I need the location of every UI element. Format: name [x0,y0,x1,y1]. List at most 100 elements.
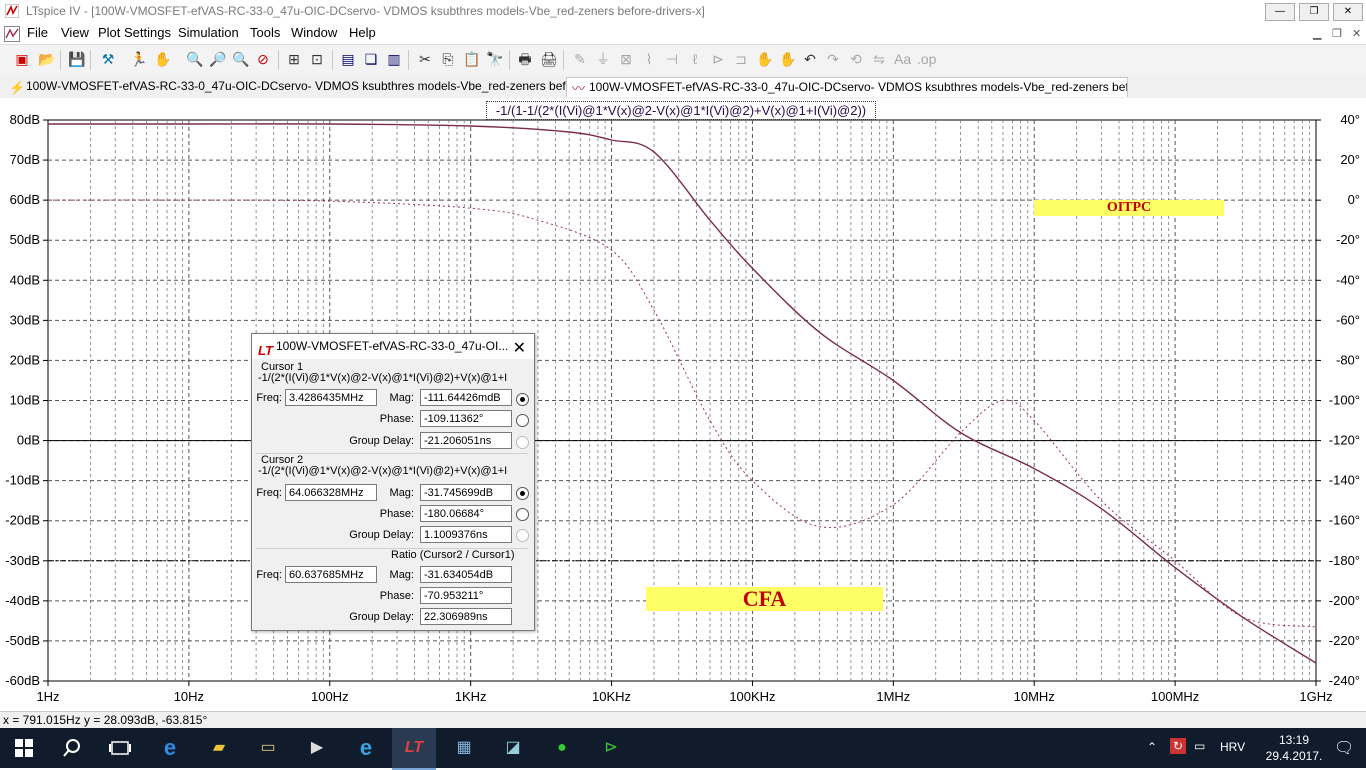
app-icon[interactable]: ◪ [501,736,525,760]
print-icon[interactable]: 🖨 [540,51,558,67]
trace-expression-label[interactable]: -1/(1-1/(2*(I(Vi)@1*V(x)@2-V(x)@1*I(Vi)@… [486,101,876,120]
file-explorer-icon[interactable]: ▰ [207,736,231,760]
menu-simulation[interactable]: Simulation [178,25,239,40]
waveform-plot[interactable]: 80dB 70dB 60dB 50dB 40dB 30dB 20dB 10dB 0dB -10dB… [0,98,1366,708]
draw-wire-icon[interactable]: ✎ [572,51,588,67]
cursor1-gd-radio[interactable] [516,436,529,449]
menu-view[interactable]: View [61,25,89,40]
menu-tools[interactable]: Tools [250,25,280,40]
annotation-oitpc[interactable]: OITPC [1034,200,1224,216]
keyboard-language[interactable]: HRV [1220,740,1245,754]
ratio-gd-field[interactable]: 22.306989ns [420,608,512,625]
edge-browser-icon[interactable]: e [158,736,182,760]
move-icon[interactable]: ✋ [756,51,773,67]
cursor2-mag-radio[interactable] [516,487,529,500]
tab-schematic[interactable]: ⚡ 100W-VMOSFET-efVAS-RC-33-0_47u-OIC-DCs… [4,77,574,96]
cursor1-gd-field[interactable]: -21.206051ns [420,432,512,449]
dialog-title-bar[interactable]: LT 100W-VMOSFET-efVAS-RC-33-0_47u-OI... … [252,334,534,359]
paste-icon[interactable]: 📋 [463,51,480,67]
mdi-restore-icon[interactable]: ❐ [1332,27,1342,40]
cursor2-freq-field[interactable]: 64.066328MHz [285,484,377,501]
zoom-out-icon[interactable]: 🔍 [232,51,249,67]
find-icon[interactable]: 🔭 [486,51,503,67]
cursor1-mag-field[interactable]: -111.64426mdB [420,389,512,406]
save-icon[interactable]: 💾 [68,51,85,67]
internet-explorer-icon[interactable]: e [354,736,378,760]
cursor1-mag-radio[interactable] [516,393,529,406]
undo-icon[interactable]: ↶ [802,51,818,67]
windows-start-icon[interactable] [12,736,36,760]
zoom-in-icon[interactable]: 🔍 [186,51,203,67]
tray-app-icon[interactable]: ↻ [1170,738,1186,754]
menu-plot-settings[interactable]: Plot Settings [98,25,171,40]
copy-icon[interactable]: ⎘ [440,51,456,67]
cursor-dialog[interactable]: LT 100W-VMOSFET-efVAS-RC-33-0_47u-OI... … [251,333,535,631]
spice-directive-icon[interactable]: .op [917,51,936,67]
zoom-box-icon[interactable]: 🔎 [209,51,226,67]
tile-horizontal-icon[interactable]: ▤ [340,51,356,67]
rotate-icon[interactable]: ⟲ [848,51,864,67]
cursor2-mag-field[interactable]: -31.745699dB [420,484,512,501]
autorange-icon[interactable]: ⊞ [286,51,302,67]
ratio-mag-field[interactable]: -31.634054dB [420,566,512,583]
fit-icon[interactable]: ⊡ [309,51,325,67]
diode-icon[interactable]: ⊳ [710,51,726,67]
capacitor-icon[interactable]: ⊣ [664,51,680,67]
mdi-close-icon[interactable]: ✕ [1352,27,1361,40]
menu-help[interactable]: Help [349,25,376,40]
x-axis-tick-label: 100KHz [729,689,775,704]
clock-date[interactable]: 29.4.2017. [1265,749,1323,763]
task-view-icon[interactable] [108,736,132,760]
new-schematic-icon[interactable]: ▣ [14,51,30,67]
halt-icon[interactable]: ✋ [154,51,171,67]
cursor2-phase-field[interactable]: -180.06684° [420,505,512,522]
cursor1-phase-field[interactable]: -109.11362° [420,410,512,427]
ltspice-taskbar-button[interactable]: LT [392,728,436,770]
text-icon[interactable]: Aa [894,51,911,67]
green-app-icon[interactable]: ● [550,736,574,760]
close-button[interactable]: ✕ [1333,3,1363,21]
inductor-icon[interactable]: ℓ [687,51,703,67]
mdi-minimize-icon[interactable]: ▁ [1313,27,1321,40]
cursor2-phase-radio[interactable] [516,508,529,521]
tray-chevron-icon[interactable]: ⌃ [1147,740,1157,754]
print-preview-icon[interactable]: 🖶 [517,51,533,67]
ground-icon[interactable]: ⏚ [595,51,611,67]
menu-file[interactable]: File [27,25,48,40]
circuit-app-icon[interactable]: ⊳ [599,736,623,760]
restore-button[interactable]: ❐ [1299,3,1329,21]
redo-icon[interactable]: ↷ [825,51,841,67]
menu-window[interactable]: Window [291,25,337,40]
ratio-freq-field[interactable]: 60.637685MHz [285,566,377,583]
label-net-icon[interactable]: ⊠ [618,51,634,67]
search-icon[interactable] [60,736,84,760]
open-folder-icon[interactable]: 📂 [38,51,55,67]
notifications-icon[interactable]: 🗨 [1334,738,1354,758]
bode-plot-svg[interactable]: 80dB 70dB 60dB 50dB 40dB 30dB 20dB 10dB 0dB -10dB… [0,98,1366,708]
mirror-icon[interactable]: ⇋ [871,51,887,67]
run-icon[interactable]: 🏃 [130,51,147,67]
ratio-phase-field[interactable]: -70.953211° [420,587,512,604]
resistor-icon[interactable]: ⌇ [641,51,657,67]
folder-app-icon[interactable]: ▭ [256,736,280,760]
drag-icon[interactable]: ✋ [779,51,796,67]
tab-waveform[interactable]: 〰 100W-VMOSFET-efVAS-RC-33-0_47u-OIC-DCs… [566,77,1128,97]
tile-vertical-icon[interactable]: ▥ [386,51,402,67]
dialog-close-icon[interactable]: ✕ [513,336,526,361]
cursor2-gd-radio[interactable] [516,529,529,542]
cascade-icon[interactable]: ❏ [363,51,379,67]
network-icon[interactable]: ▭ [1194,739,1205,753]
minimize-button[interactable]: — [1265,3,1295,21]
clock-time[interactable]: 13:19 [1267,733,1321,747]
annotation-cfa[interactable]: CFA [646,587,883,611]
image-viewer-icon[interactable]: ▦ [452,736,476,760]
cursor2-gd-field[interactable]: 1.1009376ns [420,526,512,543]
cursor1-phase-radio[interactable] [516,414,529,427]
cut-icon[interactable]: ✂ [417,51,433,67]
zoom-cancel-icon[interactable]: ⊘ [255,51,271,67]
waveform-window-icon[interactable] [4,26,20,42]
component-icon[interactable]: ⊐ [733,51,749,67]
media-app-icon[interactable]: ▶ [305,736,329,760]
control-panel-icon[interactable]: ⚒ [100,51,116,67]
cursor1-freq-field[interactable]: 3.4286435MHz [285,389,377,406]
